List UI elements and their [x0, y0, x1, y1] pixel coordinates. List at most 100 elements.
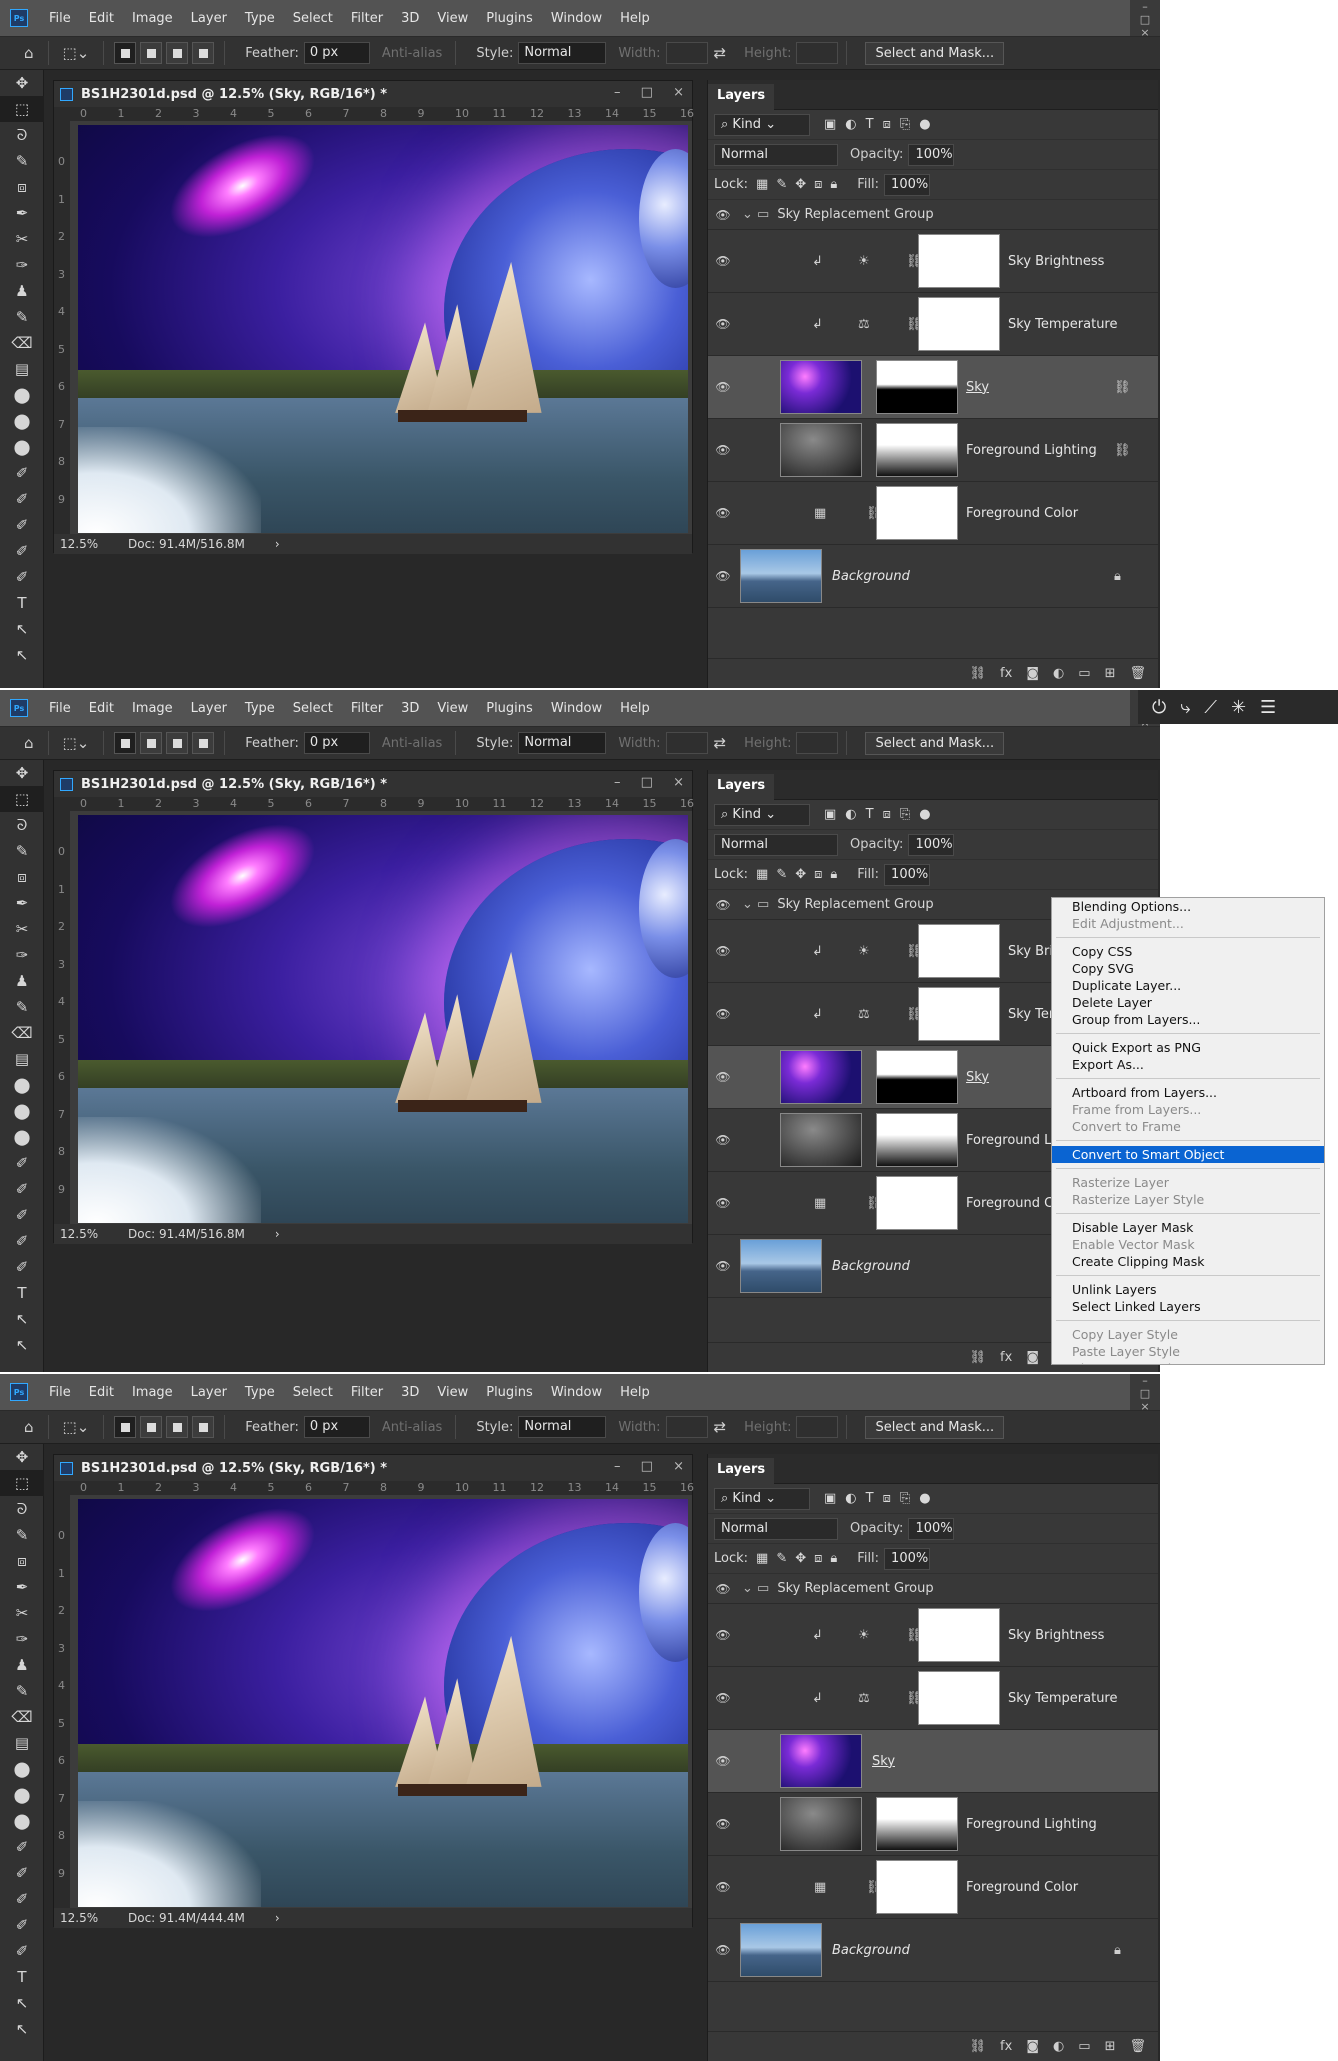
- visibility-eye-icon[interactable]: 👁︎: [708, 1007, 738, 1021]
- path-icon[interactable]: ⤷: [1180, 697, 1190, 718]
- feather-input[interactable]: 0 px: [303, 42, 370, 64]
- visibility-eye-icon[interactable]: 👁︎: [708, 1817, 738, 1831]
- context-menu-item[interactable]: Group from Layers...: [1052, 1011, 1324, 1028]
- layer-thumbnail[interactable]: [780, 423, 862, 477]
- doc-window-controls[interactable]: – □ ×: [614, 775, 684, 790]
- menu-window[interactable]: Window: [542, 11, 611, 26]
- pen-tool-icon[interactable]: ✐: [0, 1886, 44, 1912]
- height-input[interactable]: [796, 1416, 839, 1438]
- clone-stamp-icon[interactable]: ♟: [0, 968, 44, 994]
- pen-tool-icon[interactable]: ✐: [0, 538, 44, 564]
- history-brush-icon[interactable]: ✎: [0, 994, 44, 1020]
- kind-filter[interactable]: ⌕ Kind ⌄: [714, 1487, 810, 1510]
- width-input[interactable]: [665, 1416, 708, 1438]
- menu-3d[interactable]: 3D: [392, 1385, 428, 1400]
- pen-tool-icon[interactable]: ✐: [0, 1228, 44, 1254]
- doc-window-controls[interactable]: – □ ×: [614, 1459, 684, 1474]
- visibility-eye-icon[interactable]: 👁︎: [708, 1880, 738, 1894]
- visibility-eye-icon[interactable]: 👁︎: [708, 1070, 738, 1084]
- menu-layer[interactable]: Layer: [182, 11, 236, 26]
- window-controls[interactable]: –□×: [1130, 0, 1160, 39]
- menu-type[interactable]: Type: [236, 701, 284, 716]
- menu-3d[interactable]: 3D: [392, 701, 428, 716]
- direct-select-icon[interactable]: ↖: [0, 1332, 44, 1358]
- healing-brush-icon[interactable]: ✂: [0, 226, 44, 252]
- path-select-icon[interactable]: ↖: [0, 1306, 44, 1332]
- opacity-input[interactable]: 100%: [908, 143, 955, 166]
- link-layers-icon[interactable]: ⛓: [970, 666, 987, 681]
- context-menu-item[interactable]: Unlink Layers: [1052, 1281, 1324, 1298]
- style-select[interactable]: Normal: [518, 42, 607, 64]
- menu-edit[interactable]: Edit: [80, 11, 123, 26]
- healing-brush-icon[interactable]: ✂: [0, 916, 44, 942]
- layer-row[interactable]: 👁︎ Sky: [708, 1730, 1158, 1793]
- new-layer-icon[interactable]: ⊞: [1105, 666, 1116, 681]
- home-icon[interactable]: ⌂: [24, 1418, 34, 1436]
- layer-row[interactable]: 👁︎ Foreground Lighting: [708, 1793, 1158, 1856]
- chevron-right-icon[interactable]: ›: [275, 1911, 280, 1925]
- lasso-tool-icon[interactable]: ᘐ: [0, 122, 44, 148]
- context-menu-item[interactable]: Artboard from Layers...: [1052, 1084, 1324, 1101]
- layer-mask-thumbnail[interactable]: [876, 360, 958, 414]
- pen-tool-icon[interactable]: ✐: [0, 1938, 44, 1964]
- layer-mask-thumbnail[interactable]: [918, 234, 1000, 288]
- menu-file[interactable]: File: [40, 701, 80, 716]
- subtract-selection-icon[interactable]: [166, 1416, 189, 1438]
- layer-mask-thumbnail[interactable]: [918, 297, 1000, 351]
- blend-mode-select[interactable]: Normal: [714, 1517, 838, 1540]
- visibility-eye-icon[interactable]: 👁︎: [708, 1754, 738, 1768]
- crop-tool-icon[interactable]: ⧈: [0, 864, 44, 890]
- marquee-preset-icon[interactable]: ⬚⌄: [63, 44, 90, 62]
- visibility-eye-icon[interactable]: 👁︎: [708, 380, 738, 394]
- width-input[interactable]: [665, 732, 708, 754]
- path-select-icon[interactable]: ↖: [0, 616, 44, 642]
- antialias-checkbox[interactable]: Anti-alias: [382, 736, 442, 751]
- trash-icon[interactable]: 🗑︎: [1129, 666, 1146, 681]
- height-input[interactable]: [796, 42, 839, 64]
- add-selection-icon[interactable]: [140, 42, 163, 64]
- intersect-selection-icon[interactable]: [192, 42, 215, 64]
- new-selection-icon[interactable]: [114, 1416, 137, 1438]
- menu-edit[interactable]: Edit: [80, 1385, 123, 1400]
- brush-tool-icon[interactable]: ✑: [0, 1626, 44, 1652]
- filter-icons[interactable]: ▣◐T⧈⎘●: [824, 807, 940, 822]
- context-menu-item[interactable]: Copy CSS: [1052, 943, 1324, 960]
- document-tab[interactable]: BS1H2301d.psd @ 12.5% (Sky, RGB/16*) * – …: [54, 771, 692, 797]
- layer-row[interactable]: 👁︎ Foreground Lighting ⛓: [708, 419, 1158, 482]
- zoom-readout[interactable]: 12.5%: [54, 537, 122, 551]
- visibility-eye-icon[interactable]: 👁︎: [708, 1133, 738, 1147]
- layer-mask-thumbnail[interactable]: [876, 1176, 958, 1230]
- style-select[interactable]: Normal: [518, 1416, 607, 1438]
- type-tool-icon[interactable]: T: [0, 1280, 44, 1306]
- tab-layers[interactable]: Layers: [708, 774, 775, 800]
- layer-row[interactable]: 👁︎ Background 🔒︎: [708, 1919, 1158, 1982]
- menu-image[interactable]: Image: [123, 11, 182, 26]
- layer-mask-thumbnail[interactable]: [918, 1671, 1000, 1725]
- add-mask-icon[interactable]: ◙: [1026, 1350, 1039, 1365]
- adjustment-layer-icon[interactable]: ◐: [1053, 666, 1064, 681]
- layer-row[interactable]: 👁︎ ▦ ⛓ Foreground Color: [708, 482, 1158, 545]
- marquee-tool-icon[interactable]: ⬚: [0, 786, 44, 812]
- pen-tool-icon[interactable]: ✐: [0, 1176, 44, 1202]
- intersect-selection-icon[interactable]: [192, 732, 215, 754]
- direct-select-icon[interactable]: ↖: [0, 642, 44, 668]
- tab-layers[interactable]: Layers: [708, 84, 775, 110]
- visibility-eye-icon[interactable]: 👁︎: [708, 944, 738, 958]
- add-mask-icon[interactable]: ◙: [1026, 2039, 1039, 2054]
- pen-tool-icon[interactable]: ✐: [0, 1202, 44, 1228]
- select-and-mask-button[interactable]: Select and Mask...: [865, 41, 1005, 65]
- chevron-down-icon[interactable]: ⌄ ▭: [742, 207, 769, 222]
- link-icon[interactable]: ⛓: [1114, 443, 1131, 458]
- menu-plugins[interactable]: Plugins: [477, 11, 542, 26]
- zoom-readout[interactable]: 12.5%: [54, 1227, 122, 1241]
- fill-input[interactable]: 100%: [884, 863, 931, 886]
- gradient-tool-icon[interactable]: ▤: [0, 1046, 44, 1072]
- menu-help[interactable]: Help: [611, 11, 659, 26]
- pen-tool-icon[interactable]: ✐: [0, 486, 44, 512]
- image-canvas[interactable]: [78, 125, 688, 533]
- height-input[interactable]: [796, 732, 839, 754]
- layer-mask-thumbnail[interactable]: [918, 924, 1000, 978]
- swap-icon[interactable]: ⇄: [714, 734, 727, 752]
- fx-icon[interactable]: fx: [1000, 2039, 1012, 2054]
- dodge-tool-icon[interactable]: ⬤: [0, 408, 44, 434]
